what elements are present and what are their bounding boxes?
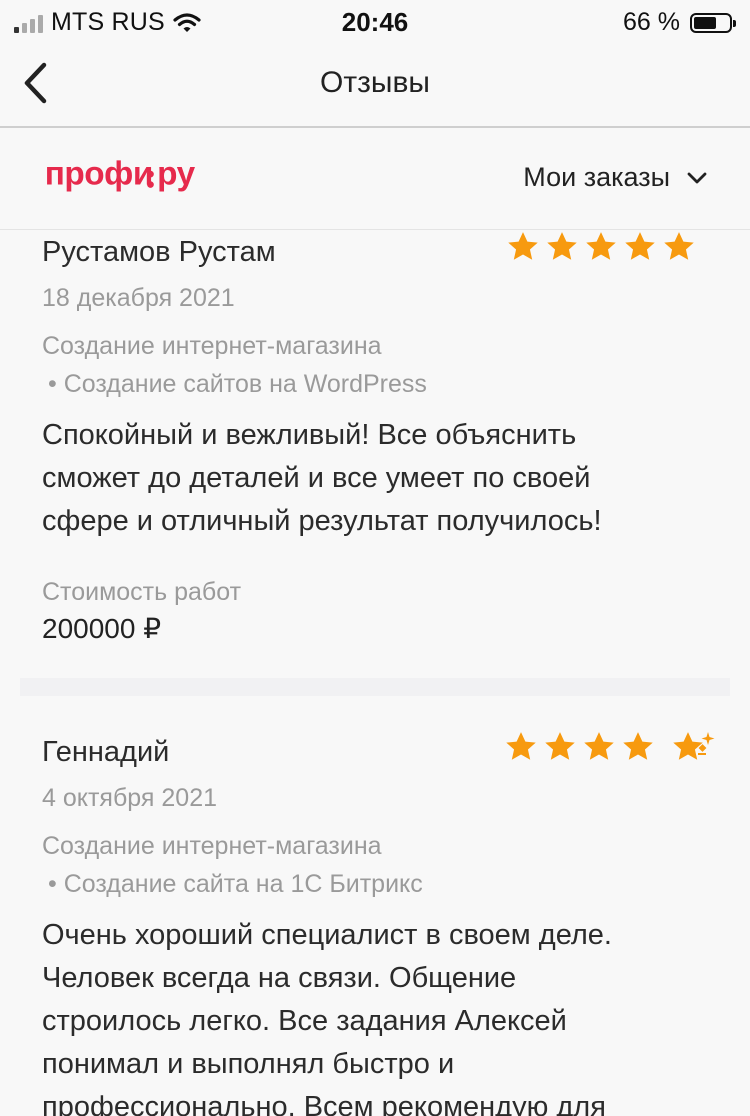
brand-header: профи ру Мои заказы [0, 128, 750, 230]
star-icon [506, 732, 536, 760]
star-icon [664, 232, 694, 260]
battery-icon [690, 12, 736, 33]
review-text-line: профессионально. Всем рекомендую для [42, 1091, 606, 1116]
chevron-down-icon [687, 172, 707, 183]
status-right: 66 % [623, 8, 736, 37]
review-date: 4 октября 2021 [42, 784, 217, 812]
review-category: Создание интернет-магазина [42, 332, 382, 360]
rating-stars [506, 230, 696, 264]
review-text-line: сфере и отличный результат получилось! [42, 505, 602, 537]
status-bar: MTS RUS 20:46 66 % [0, 0, 750, 44]
reviews-list[interactable]: Рустамов Рустам 18 декабря 2021 Создание… [0, 230, 750, 1116]
star-icon [547, 232, 577, 260]
review-text: Очень хороший специалист в своем деле. Ч… [42, 914, 722, 1116]
star-icon [623, 732, 653, 760]
star-icon [584, 732, 614, 760]
star-icon [508, 232, 538, 260]
reviewer-name: Геннадий [42, 736, 170, 768]
reviewer-name: Рустамов Рустам [42, 236, 276, 268]
star-icon [545, 732, 575, 760]
sparkle-icon [698, 732, 715, 755]
review-text-line: Очень хороший специалист в своем деле. [42, 919, 612, 951]
nav-bar: Отзывы [0, 44, 750, 128]
svg-text:ру: ру [157, 156, 195, 193]
review-text-line: Человек всегда на связи. Общение [42, 962, 517, 994]
battery-fill [694, 16, 716, 29]
battery-percent: 66 % [623, 8, 680, 36]
star-icon [586, 232, 616, 260]
review-text: Спокойный и вежливый! Все объяснить смож… [42, 414, 722, 543]
page-title: Отзывы [320, 66, 430, 99]
review-date: 18 декабря 2021 [42, 284, 235, 312]
my-orders-dropdown[interactable]: Мои заказы [523, 162, 708, 193]
review-text-line: сможет до деталей и все умеет по своей [42, 462, 591, 494]
rating-stars [504, 730, 716, 764]
review-text-line: Спокойный и вежливый! Все объяснить [42, 419, 577, 451]
review-divider [20, 678, 730, 696]
star-icon [625, 232, 655, 260]
my-orders-label: Мои заказы [523, 162, 670, 192]
review-subcategory: • Создание сайтов на WordPress [48, 370, 427, 398]
cost-label: Стоимость работ [42, 578, 242, 606]
cost-value: 200000 ₽ [42, 613, 162, 644]
review-category: Создание интернет-магазина [42, 832, 382, 860]
review-text-line: строилось легко. Все задания Алексей [42, 1005, 567, 1037]
review-subcategory: • Создание сайта на 1С Битрикс [48, 870, 423, 898]
profi-logo[interactable]: профи ру [40, 156, 240, 196]
svg-text:профи: профи [45, 156, 153, 193]
review-text-line: понимал и выполнял быстро и [42, 1048, 455, 1080]
